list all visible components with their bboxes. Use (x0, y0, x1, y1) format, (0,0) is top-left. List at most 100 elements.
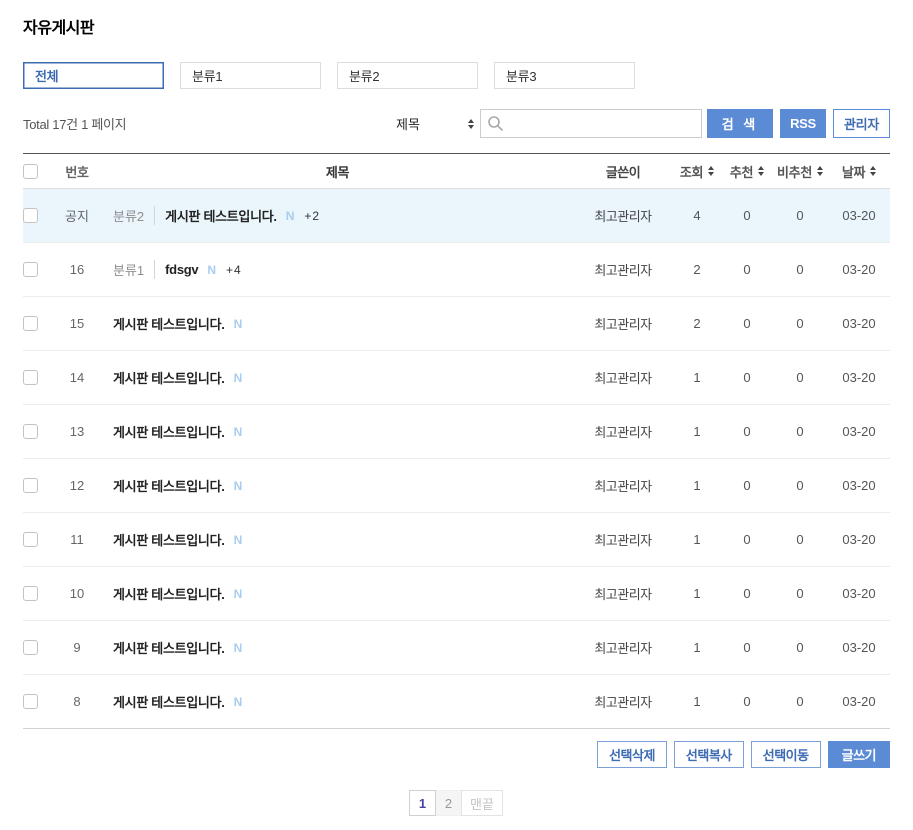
row-title-link[interactable]: 게시판 테스트입니다. (113, 476, 225, 495)
row-title-link[interactable]: 게시판 테스트입니다. (113, 314, 225, 333)
row-likes: 0 (722, 316, 772, 331)
row-checkbox[interactable] (23, 478, 38, 493)
row-writer: 최고관리자 (574, 422, 672, 441)
category-tab-분류1[interactable]: 분류1 (180, 62, 321, 89)
row-category[interactable]: 분류2 (113, 206, 155, 225)
row-dislikes: 0 (772, 262, 828, 277)
table-row: 14 게시판 테스트입니다. N 최고관리자 1 0 0 03-20 (23, 351, 890, 405)
new-post-badge: N (234, 317, 243, 331)
row-title-link[interactable]: 게시판 테스트입니다. (165, 206, 277, 225)
search-icon (481, 110, 509, 137)
row-number: 16 (53, 262, 101, 277)
row-date: 03-20 (828, 262, 890, 277)
row-title-link[interactable]: 게시판 테스트입니다. (113, 638, 225, 657)
row-title-link[interactable]: 게시판 테스트입니다. (113, 530, 225, 549)
row-writer: 최고관리자 (574, 476, 672, 495)
row-likes: 0 (722, 532, 772, 547)
row-title-link[interactable]: 게시판 테스트입니다. (113, 368, 225, 387)
row-checkbox[interactable] (23, 424, 38, 439)
row-title-link[interactable]: 게시판 테스트입니다. (113, 584, 225, 603)
select-all-checkbox[interactable] (23, 164, 38, 179)
sort-arrows-icon (870, 166, 876, 176)
comment-count: +4 (226, 263, 242, 277)
new-post-badge: N (234, 479, 243, 493)
row-likes: 0 (722, 424, 772, 439)
row-dislikes: 0 (772, 586, 828, 601)
search-field-selected-value: 제목 (396, 114, 420, 133)
row-likes: 0 (722, 640, 772, 655)
sort-arrows-icon (817, 166, 823, 176)
row-views: 1 (672, 532, 722, 547)
row-views: 1 (672, 640, 722, 655)
category-tab-분류3[interactable]: 분류3 (494, 62, 635, 89)
row-dislikes: 0 (772, 370, 828, 385)
table-row: 13 게시판 테스트입니다. N 최고관리자 1 0 0 03-20 (23, 405, 890, 459)
board-table: 번호 제목 글쓴이 조회 추천 비추천 날짜 공지 분류2 게시판 테스트입니다… (23, 153, 890, 729)
total-count-text: Total 17건 1 페이지 (23, 114, 126, 133)
select-arrows-icon (468, 119, 474, 129)
search-input[interactable] (509, 110, 701, 137)
header-views-sort[interactable]: 조회 (680, 162, 714, 181)
row-checkbox[interactable] (23, 316, 38, 331)
header-likes-sort[interactable]: 추천 (730, 162, 764, 181)
board-page: 자유게시판 전체 분류1 분류2 분류3 Total 17건 1 페이지 제목 … (0, 0, 913, 830)
row-writer: 최고관리자 (574, 314, 672, 333)
pagination-item-2[interactable]: 2 (435, 790, 462, 816)
table-row: 8 게시판 테스트입니다. N 최고관리자 1 0 0 03-20 (23, 675, 890, 729)
row-checkbox[interactable] (23, 694, 38, 709)
table-row: 16 분류1 fdsgv N +4 최고관리자 2 0 0 03-20 (23, 243, 890, 297)
header-dislikes-sort[interactable]: 비추천 (777, 162, 823, 181)
row-checkbox[interactable] (23, 370, 38, 385)
row-number: 11 (53, 532, 101, 547)
row-dislikes: 0 (772, 640, 828, 655)
row-date: 03-20 (828, 316, 890, 331)
row-category[interactable]: 분류1 (113, 260, 155, 279)
admin-button[interactable]: 관리자 (833, 109, 890, 138)
row-date: 03-20 (828, 208, 890, 223)
table-header-row: 번호 제목 글쓴이 조회 추천 비추천 날짜 (23, 153, 890, 189)
action-button-선택복사[interactable]: 선택복사 (674, 741, 744, 768)
row-title-link[interactable]: 게시판 테스트입니다. (113, 692, 225, 711)
category-tab-전체[interactable]: 전체 (23, 62, 164, 89)
sort-arrows-icon (758, 166, 764, 176)
row-checkbox[interactable] (23, 532, 38, 547)
table-row: 15 게시판 테스트입니다. N 최고관리자 2 0 0 03-20 (23, 297, 890, 351)
row-writer: 최고관리자 (574, 260, 672, 279)
row-checkbox[interactable] (23, 262, 38, 277)
page-title: 자유게시판 (23, 0, 890, 38)
table-row: 10 게시판 테스트입니다. N 최고관리자 1 0 0 03-20 (23, 567, 890, 621)
pagination-item-1[interactable]: 1 (409, 790, 436, 816)
row-views: 2 (672, 262, 722, 277)
new-post-badge: N (234, 533, 243, 547)
row-checkbox[interactable] (23, 586, 38, 601)
action-button-선택이동[interactable]: 선택이동 (751, 741, 821, 768)
row-dislikes: 0 (772, 532, 828, 547)
row-writer: 최고관리자 (574, 692, 672, 711)
rss-button[interactable]: RSS (780, 109, 826, 138)
search-button[interactable]: 검 색 (707, 109, 773, 138)
row-writer: 최고관리자 (574, 638, 672, 657)
new-post-badge: N (234, 371, 243, 385)
bottom-actions: 선택삭제 선택복사 선택이동 글쓰기 (23, 741, 890, 768)
action-button-선택삭제[interactable]: 선택삭제 (597, 741, 667, 768)
new-post-badge: N (234, 695, 243, 709)
category-tab-분류2[interactable]: 분류2 (337, 62, 478, 89)
search-field-select[interactable]: 제목 (392, 109, 480, 138)
row-date: 03-20 (828, 478, 890, 493)
table-row: 9 게시판 테스트입니다. N 최고관리자 1 0 0 03-20 (23, 621, 890, 675)
row-likes: 0 (722, 694, 772, 709)
row-number: 10 (53, 586, 101, 601)
select-all-cell (23, 164, 53, 179)
row-checkbox[interactable] (23, 208, 38, 223)
row-title-link[interactable]: fdsgv (165, 262, 198, 277)
row-date: 03-20 (828, 640, 890, 655)
write-button[interactable]: 글쓰기 (828, 741, 890, 768)
row-number: 12 (53, 478, 101, 493)
search-area: 제목 검 색 RSS 관리자 (392, 109, 890, 138)
header-date-sort[interactable]: 날짜 (842, 162, 876, 181)
row-checkbox[interactable] (23, 640, 38, 655)
row-title-link[interactable]: 게시판 테스트입니다. (113, 422, 225, 441)
pagination-item-맨끝[interactable]: 맨끝 (461, 790, 503, 816)
category-tabs: 전체 분류1 분류2 분류3 (23, 62, 890, 89)
new-post-badge: N (234, 641, 243, 655)
